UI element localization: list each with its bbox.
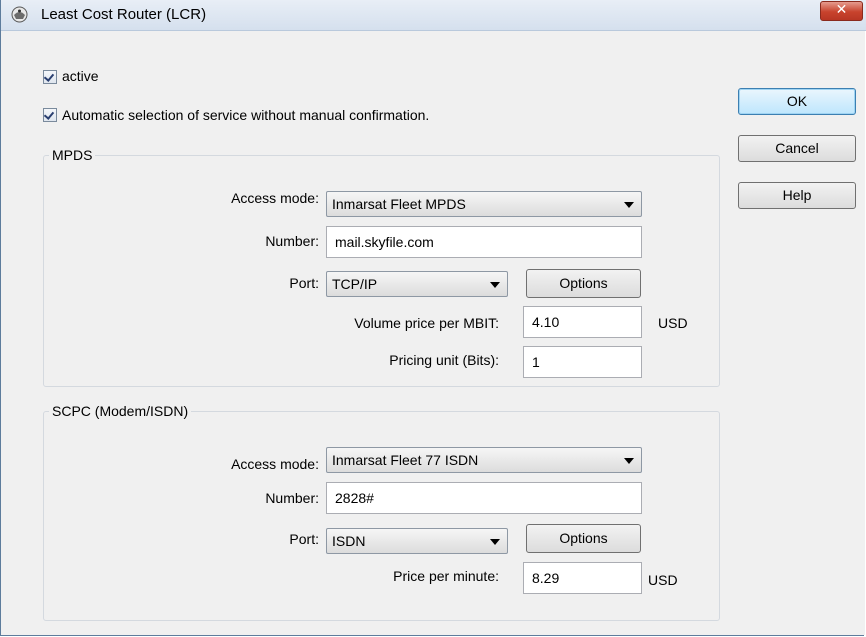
scpc-number-value: 2828# — [335, 490, 374, 506]
scpc-price-per-minute-label: Price per minute: — [393, 568, 499, 584]
cancel-button[interactable]: Cancel — [738, 135, 856, 162]
check-icon — [43, 71, 55, 82]
mpds-port-label: Port: — [289, 275, 319, 291]
mpds-volume-price-label: Volume price per MBIT: — [354, 315, 499, 331]
scpc-group-title: SCPC (Modem/ISDN) — [49, 403, 192, 419]
scpc-port-select[interactable]: ISDN — [326, 528, 508, 554]
mpds-number-input[interactable]: mail.skyfile.com — [326, 226, 642, 258]
auto-selection-checkbox[interactable] — [43, 108, 57, 122]
scpc-options-button[interactable]: Options — [526, 524, 641, 553]
active-checkbox[interactable] — [43, 70, 57, 84]
active-label: active — [62, 68, 99, 84]
chevron-down-icon — [490, 282, 500, 288]
mpds-port-value: TCP/IP — [332, 276, 378, 292]
mpds-pricing-unit-label: Pricing unit (Bits): — [389, 352, 499, 368]
scpc-price-per-minute-input[interactable]: 8.29 — [523, 562, 642, 594]
dialog-window: Least Cost Router (LCR) ✕ active Automat… — [0, 0, 866, 636]
mpds-port-select[interactable]: TCP/IP — [326, 271, 508, 297]
mpds-volume-price-input[interactable]: 4.10 — [523, 306, 642, 338]
app-icon — [11, 6, 28, 23]
scpc-price-per-minute-value: 8.29 — [532, 570, 560, 586]
mpds-pricing-unit-input[interactable]: 1 — [523, 346, 642, 378]
ok-button[interactable]: OK — [738, 88, 856, 115]
mpds-volume-price-value: 4.10 — [532, 314, 560, 330]
scpc-price-per-minute-currency: USD — [648, 572, 678, 588]
mpds-access-mode-label: Access mode: — [231, 190, 319, 206]
mpds-options-button[interactable]: Options — [526, 269, 641, 298]
scpc-access-mode-label: Access mode: — [231, 456, 319, 472]
check-icon — [43, 109, 55, 120]
scpc-number-input[interactable]: 2828# — [326, 482, 642, 514]
chevron-down-icon — [490, 539, 500, 545]
window-title: Least Cost Router (LCR) — [41, 6, 207, 23]
scpc-port-label: Port: — [289, 531, 319, 547]
scpc-number-label: Number: — [265, 490, 319, 506]
title-bar: Least Cost Router (LCR) ✕ — [1, 0, 866, 31]
chevron-down-icon — [624, 202, 634, 208]
mpds-pricing-unit-value: 1 — [532, 354, 540, 370]
mpds-access-mode-select[interactable]: Inmarsat Fleet MPDS — [326, 191, 642, 217]
mpds-volume-price-currency: USD — [658, 315, 688, 331]
scpc-access-mode-value: Inmarsat Fleet 77 ISDN — [332, 452, 479, 468]
scpc-port-value: ISDN — [332, 533, 366, 549]
mpds-access-mode-value: Inmarsat Fleet MPDS — [332, 196, 466, 212]
auto-selection-label: Automatic selection of service without m… — [62, 107, 430, 123]
mpds-number-value: mail.skyfile.com — [335, 234, 434, 250]
help-button[interactable]: Help — [738, 182, 856, 209]
scpc-access-mode-select[interactable]: Inmarsat Fleet 77 ISDN — [326, 447, 642, 473]
chevron-down-icon — [624, 458, 634, 464]
dialog-content: active Automatic selection of service wi… — [9, 31, 865, 635]
mpds-group-title: MPDS — [49, 147, 96, 163]
mpds-number-label: Number: — [265, 233, 319, 249]
close-button[interactable]: ✕ — [820, 1, 863, 21]
close-icon: ✕ — [835, 1, 848, 17]
